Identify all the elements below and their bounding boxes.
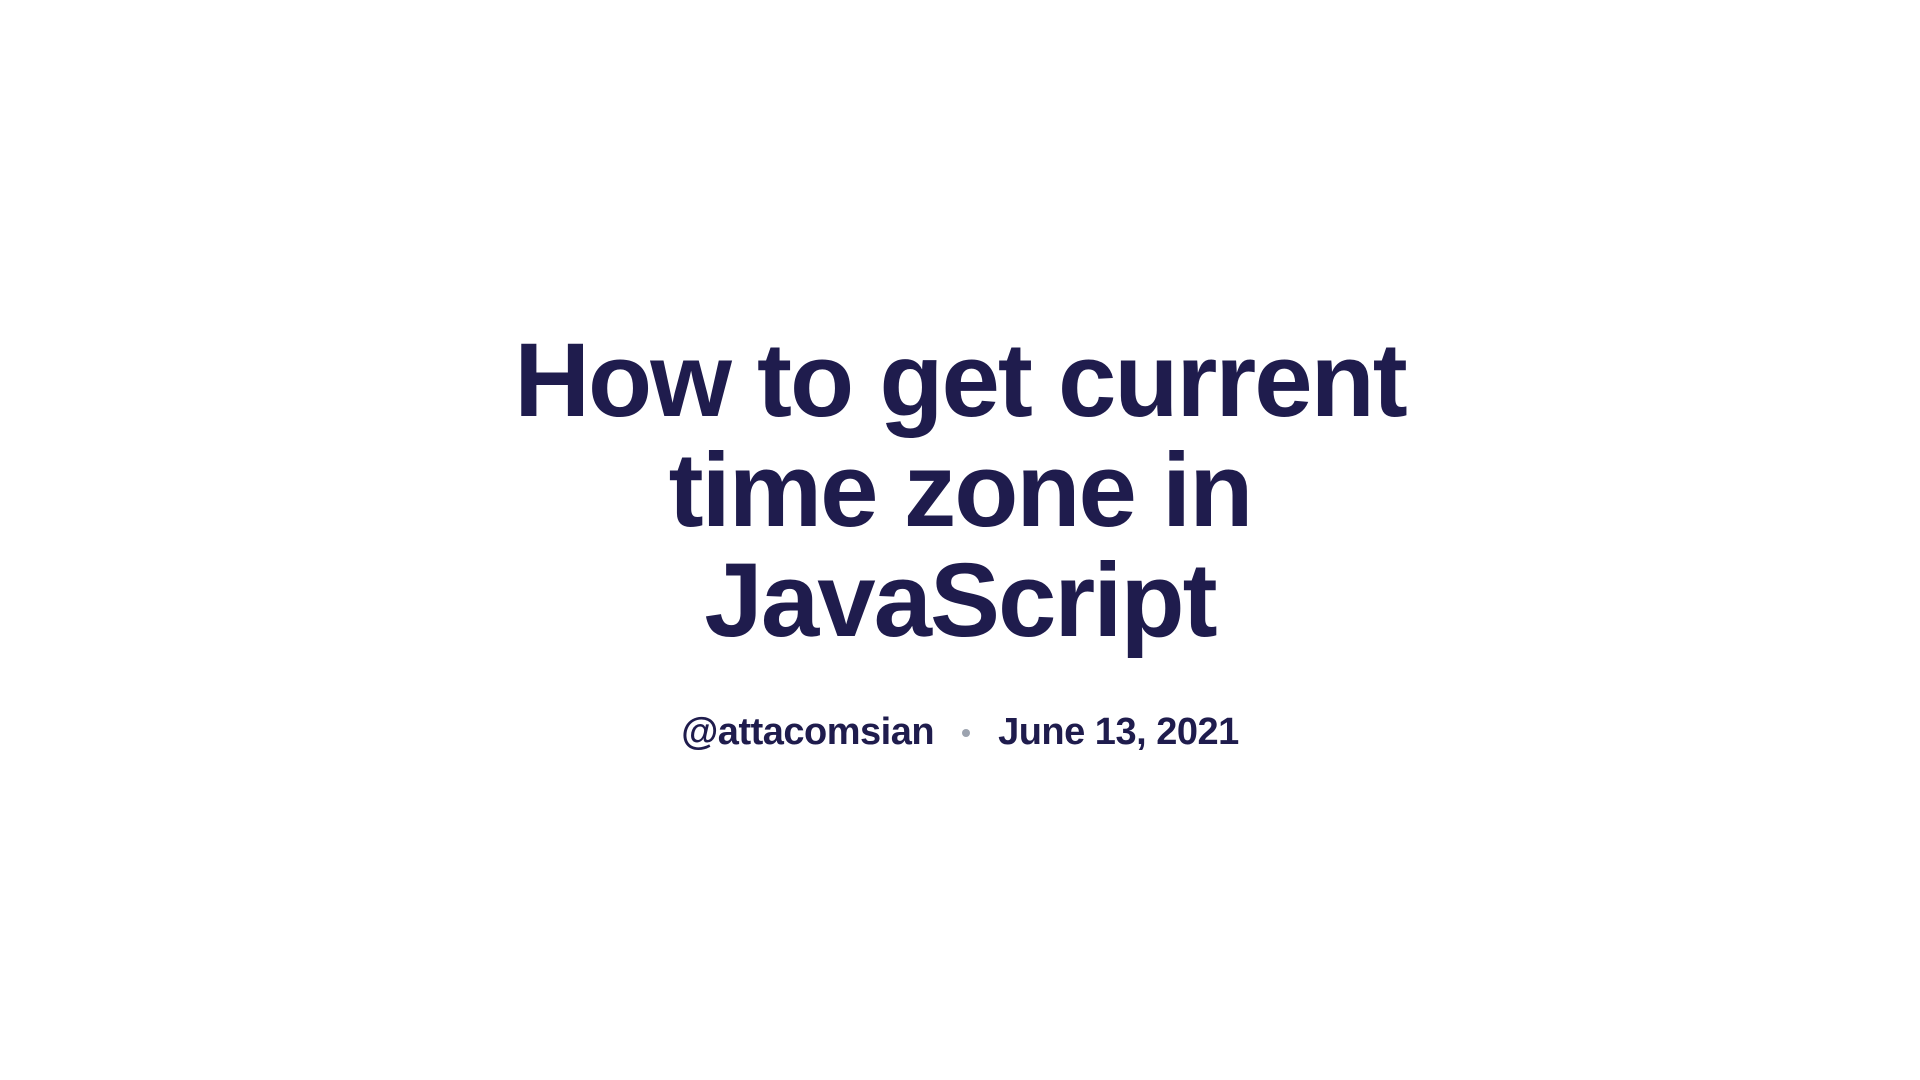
article-title: How to get current time zone in JavaScri… <box>410 326 1510 657</box>
article-meta: @attacomsian June 13, 2021 <box>410 711 1510 754</box>
separator-dot-icon <box>962 729 970 737</box>
article-date: June 13, 2021 <box>998 711 1239 754</box>
article-header: How to get current time zone in JavaScri… <box>410 326 1510 755</box>
article-author: @attacomsian <box>681 711 934 754</box>
